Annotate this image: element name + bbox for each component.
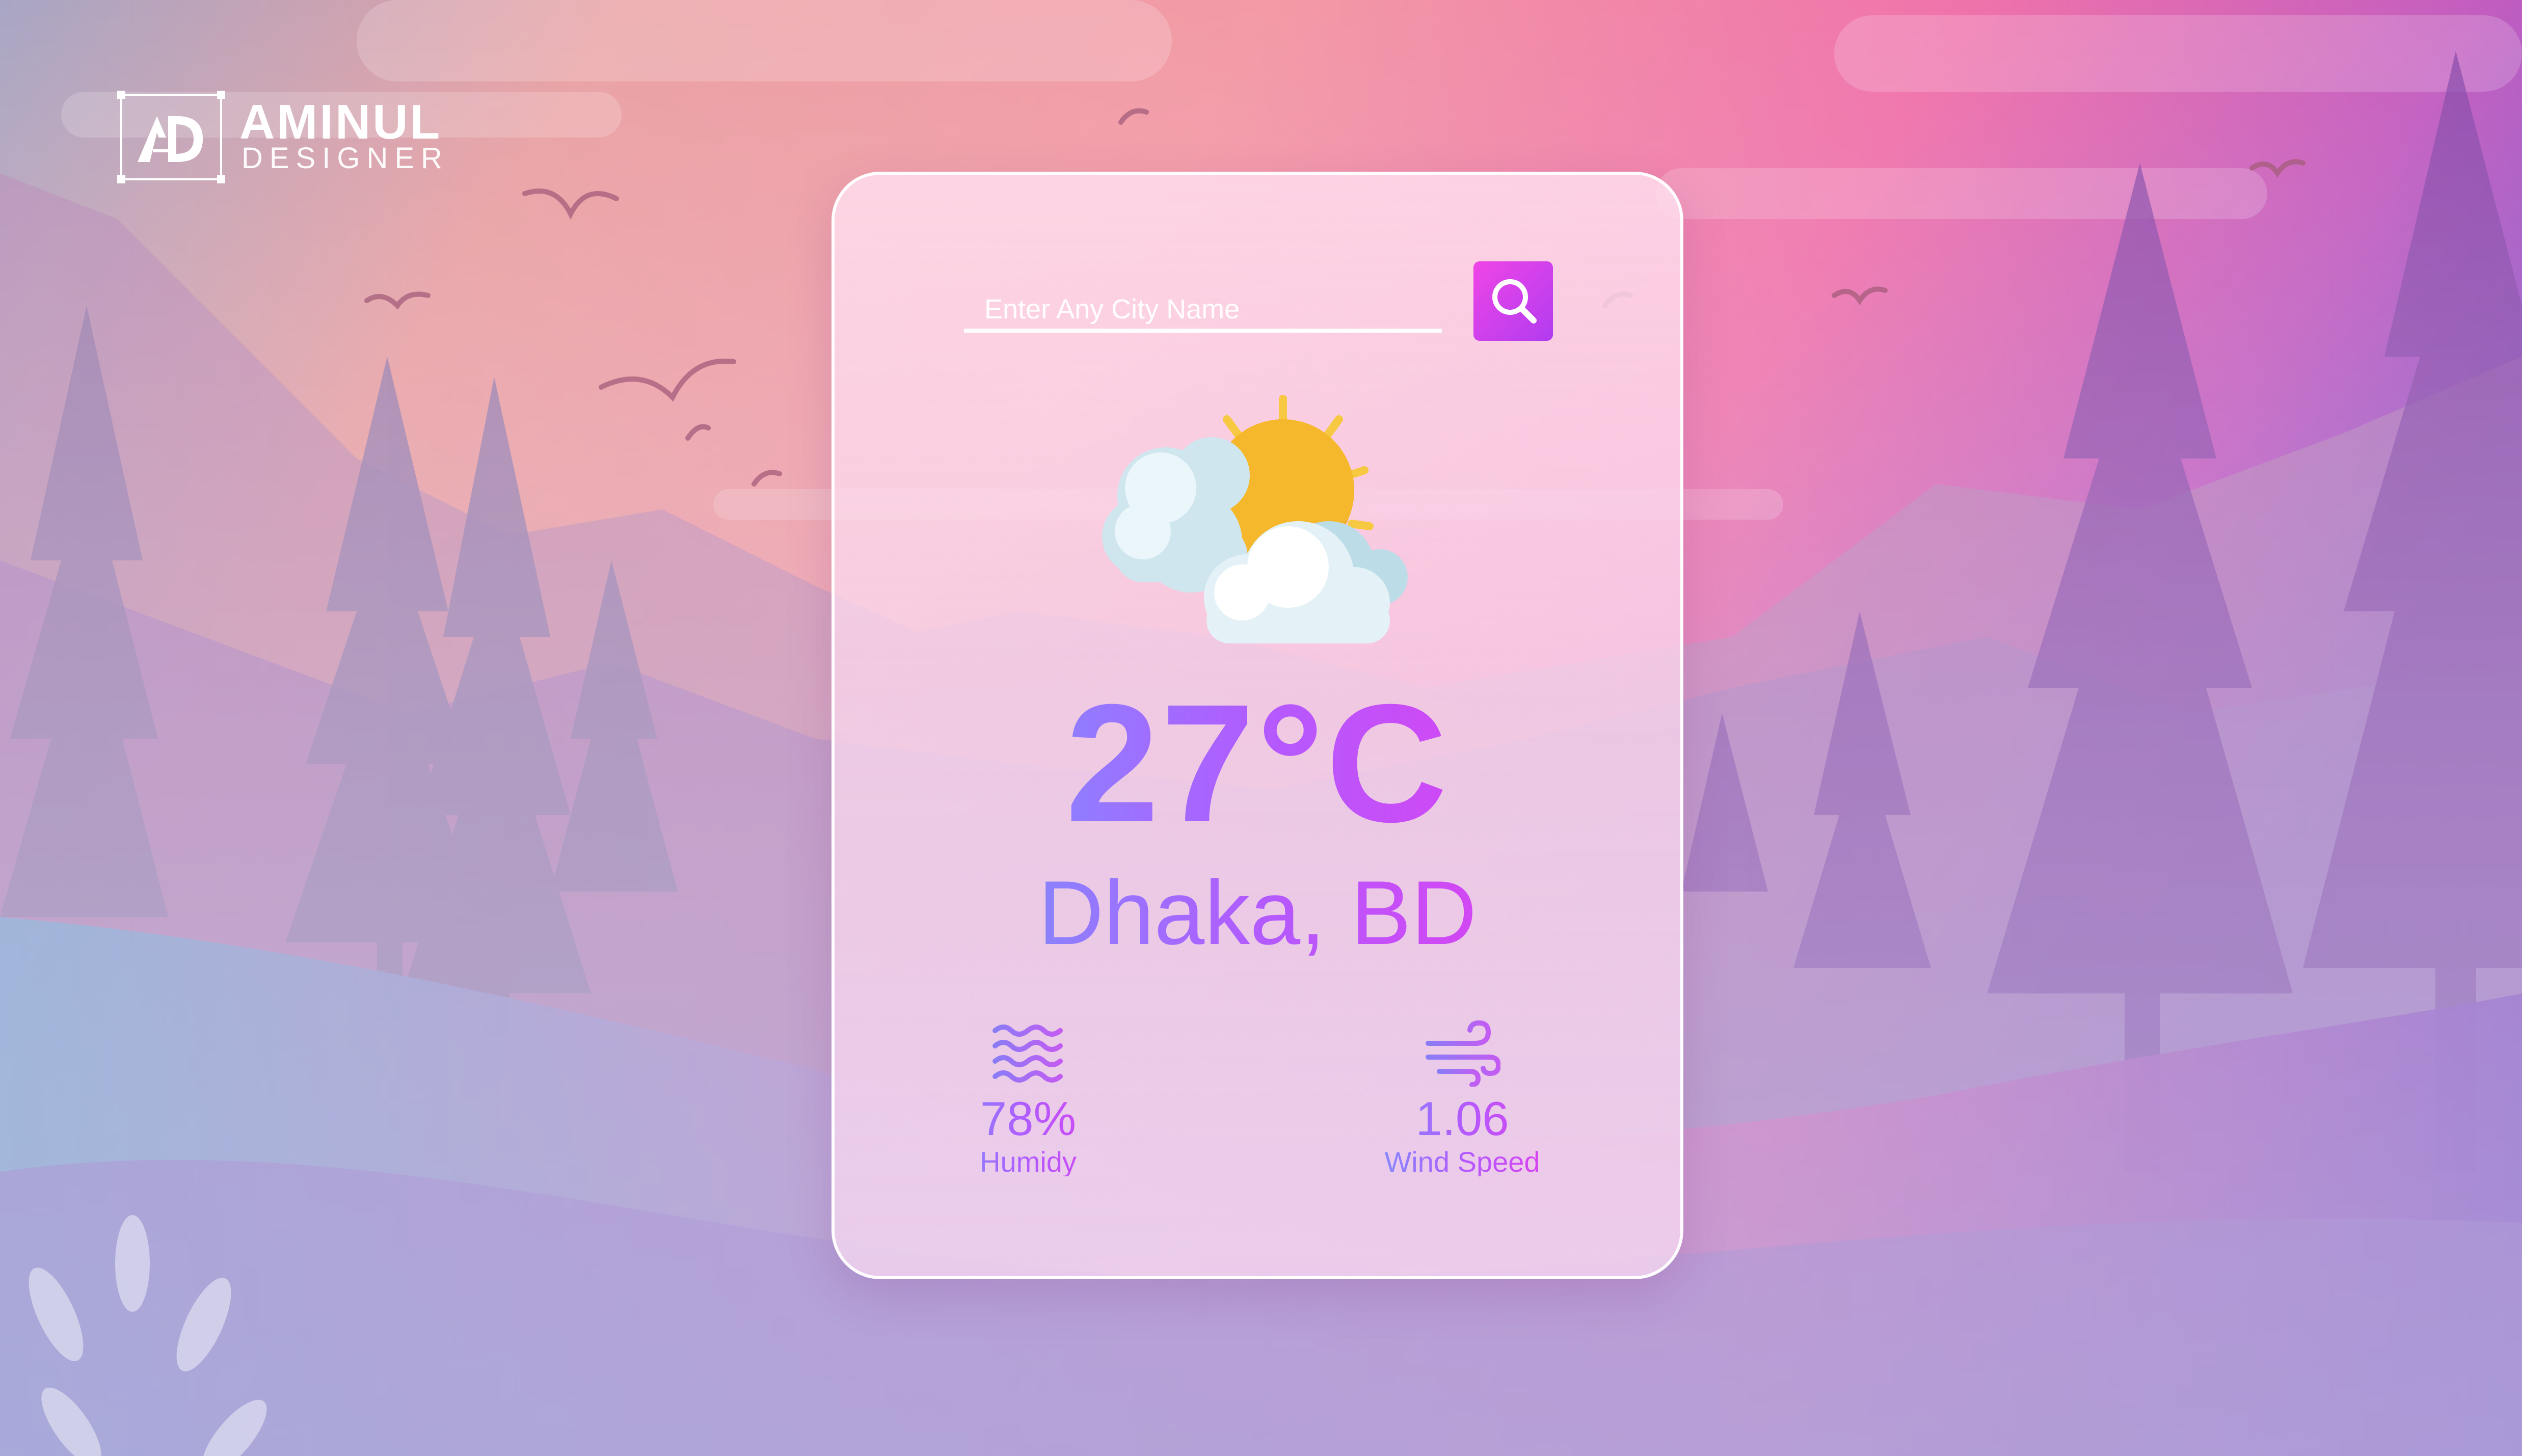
brand-logo: AMINUL DESIGNER	[117, 87, 443, 188]
humidity-waves-icon	[990, 1020, 1066, 1087]
weather-card: 27°C Dhaka, BD 78% Humidy	[831, 172, 1683, 1279]
city-name: Dhaka, BD	[835, 868, 1680, 958]
search-button[interactable]	[1473, 261, 1553, 341]
humidity-stat: 78% Humidy	[896, 1020, 1161, 1176]
wind-stat: 1.06 Wind Speed	[1330, 1020, 1595, 1176]
temperature-value: 27°C	[835, 679, 1680, 847]
city-search-input[interactable]	[964, 290, 1442, 333]
brand-subtitle: DESIGNER	[242, 142, 449, 175]
wind-speed-label: Wind Speed	[1330, 1148, 1595, 1176]
search-bar	[964, 261, 1560, 348]
search-icon	[1492, 279, 1537, 323]
wind-speed-value: 1.06	[1330, 1095, 1595, 1143]
partly-cloudy-sun-icon	[1094, 384, 1410, 649]
humidity-label: Humidy	[896, 1148, 1161, 1176]
wind-icon	[1424, 1020, 1500, 1087]
brand-name: AMINUL	[239, 95, 442, 149]
humidity-value: 78%	[896, 1095, 1161, 1143]
brand-mark-icon	[117, 91, 225, 183]
